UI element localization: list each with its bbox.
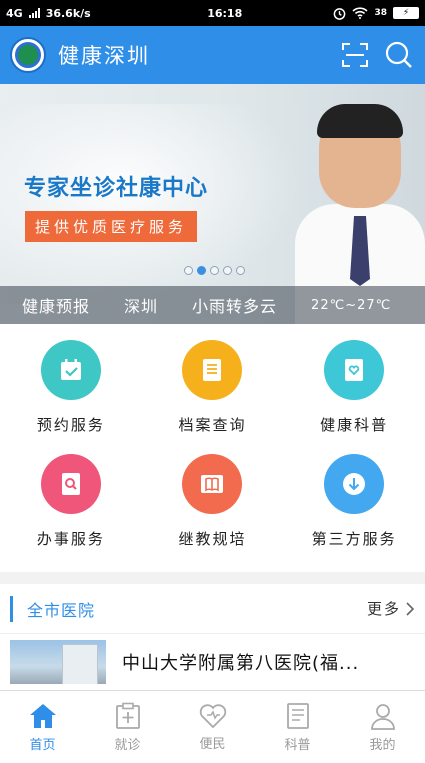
tab-convenience[interactable]: 便民	[170, 691, 255, 763]
banner-subheading: 提供优质医疗服务	[25, 211, 198, 242]
bottom-tab-bar: 首页 就诊 便民 科普 我的	[0, 690, 425, 763]
carousel-dot[interactable]	[184, 266, 193, 275]
service-health-education[interactable]: 健康科普	[283, 340, 425, 452]
search-document-icon	[40, 454, 101, 514]
service-appointment[interactable]: 预约服务	[0, 340, 142, 452]
user-icon	[370, 703, 395, 730]
weather-temperature: 22℃~27℃	[311, 297, 392, 313]
book-icon	[286, 702, 309, 729]
search-icon[interactable]	[383, 39, 415, 71]
carousel-dot[interactable]	[236, 266, 245, 275]
hospital-thumbnail	[10, 640, 106, 684]
battery-percent: 38	[374, 8, 387, 18]
chevron-right-icon	[406, 601, 415, 616]
tab-label: 科普	[284, 737, 311, 753]
battery-icon: ⚡	[393, 7, 419, 19]
tab-label: 就诊	[114, 737, 141, 753]
scan-icon[interactable]	[339, 39, 371, 71]
weather-city: 深圳	[124, 297, 159, 316]
alarm-icon	[334, 7, 346, 20]
service-grid: 预约服务 档案查询 健康科普 办事服务 继教规培 第三方服务	[0, 324, 425, 572]
medical-clipboard-icon	[115, 702, 140, 729]
carousel-dot[interactable]	[223, 266, 232, 275]
home-icon	[29, 703, 56, 728]
app-header: 健康深圳	[0, 26, 425, 84]
status-bar: 4G 36.6k/s 16:18 38 ⚡	[0, 0, 425, 26]
tab-label: 便民	[199, 736, 226, 752]
status-time: 16:18	[207, 6, 243, 20]
section-header: 全市医院 更多	[0, 584, 425, 634]
hospitals-section: 全市医院 更多 中山大学附属第八医院(福...	[0, 584, 425, 690]
weather-strip: 健康预报 深圳 小雨转多云 22℃~27℃	[0, 286, 425, 324]
tab-science[interactable]: 科普	[255, 691, 340, 763]
network-speed: 36.6k/s	[45, 6, 91, 20]
service-label: 第三方服务	[311, 530, 397, 548]
banner-heading: 专家坐诊社康中心	[24, 176, 209, 201]
tab-home[interactable]: 首页	[0, 691, 85, 763]
open-book-icon	[182, 454, 243, 514]
document-list-icon	[182, 340, 243, 400]
service-records[interactable]: 档案查询	[142, 340, 284, 452]
calendar-check-icon	[40, 340, 101, 400]
network-type: 4G	[6, 6, 23, 20]
more-label: 更多	[366, 600, 401, 618]
signal-icon	[28, 8, 40, 18]
hospital-name: 中山大学附属第八医院(福...	[122, 653, 360, 674]
service-label: 继教规培	[178, 530, 247, 548]
tab-label: 我的	[369, 737, 396, 753]
promo-banner[interactable]: 专家坐诊社康中心 提供优质医疗服务 健康预报 深圳 小雨转多云 22℃~27℃	[0, 84, 425, 324]
service-label: 办事服务	[36, 530, 105, 548]
service-label: 档案查询	[178, 416, 247, 434]
carousel-dot-active[interactable]	[197, 266, 206, 275]
app-screen: 4G 36.6k/s 16:18 38 ⚡ 健康深圳 专家坐诊社康中心 提供优质…	[0, 0, 425, 763]
heart-outline-icon	[199, 703, 226, 728]
tab-visit[interactable]: 就诊	[85, 691, 170, 763]
weather-condition: 小雨转多云	[192, 297, 278, 316]
hospital-list-item[interactable]: 中山大学附属第八医院(福...	[0, 634, 425, 690]
service-training[interactable]: 继教规培	[142, 454, 284, 566]
wifi-icon	[352, 7, 369, 19]
carousel-indicator	[184, 266, 245, 275]
download-icon	[324, 454, 385, 514]
weather-label: 健康预报	[22, 297, 91, 316]
service-label: 预约服务	[36, 416, 105, 434]
carousel-dot[interactable]	[210, 266, 219, 275]
app-title: 健康深圳	[58, 44, 150, 68]
service-affairs[interactable]: 办事服务	[0, 454, 142, 566]
section-title: 全市医院	[27, 600, 96, 620]
heart-book-icon	[324, 340, 385, 400]
tab-label: 首页	[29, 737, 56, 753]
service-label: 健康科普	[320, 416, 389, 434]
tab-mine[interactable]: 我的	[340, 691, 425, 763]
more-link[interactable]: 更多	[367, 598, 415, 619]
section-accent-bar	[10, 595, 13, 622]
service-third-party[interactable]: 第三方服务	[283, 454, 425, 566]
health-shenzhen-logo	[10, 37, 46, 73]
